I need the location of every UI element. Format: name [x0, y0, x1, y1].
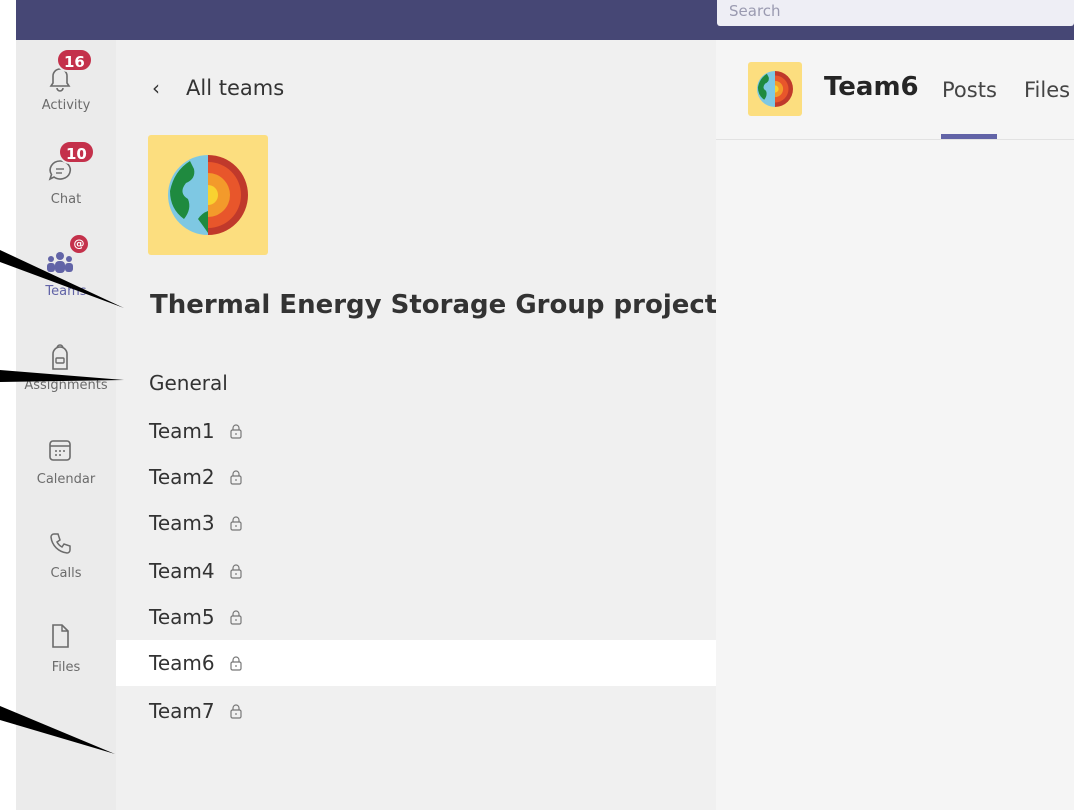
rail-label-files: Files — [51, 660, 81, 675]
earth-core-logo-icon — [168, 155, 248, 235]
team-logo — [148, 135, 268, 255]
channel-title: Team6 — [824, 72, 919, 102]
lock-icon — [229, 424, 242, 439]
phone-icon — [50, 533, 71, 554]
rail-item-calls[interactable]: Calls — [16, 514, 116, 594]
all-teams-back-link[interactable]: ‹ All teams — [152, 76, 284, 100]
channel-item-general[interactable]: General — [116, 360, 716, 406]
lock-icon — [229, 516, 242, 531]
channel-item-team4[interactable]: Team4 — [116, 548, 716, 594]
team-name-heading: Thermal Energy Storage Group projects — [150, 290, 733, 320]
lock-icon — [229, 704, 242, 719]
channel-label: Team2 — [149, 465, 215, 489]
channel-label: General — [149, 371, 228, 395]
lock-icon — [229, 564, 242, 579]
channel-label: Team5 — [149, 605, 215, 629]
channel-item-team2[interactable]: Team2 — [116, 454, 716, 500]
chevron-left-icon: ‹ — [152, 76, 160, 100]
channel-label: Team3 — [149, 511, 215, 535]
rail-label-activity: Activity — [41, 98, 91, 113]
backpack-icon — [52, 344, 68, 370]
rail-label-calls: Calls — [50, 566, 82, 581]
rail-item-calendar[interactable]: Calendar — [16, 420, 116, 500]
earth-core-logo-icon — [757, 71, 793, 107]
rail-item-teams[interactable]: @ Teams — [16, 230, 116, 310]
rail-label-teams: Teams — [45, 284, 87, 299]
channel-item-team3[interactable]: Team3 — [116, 500, 716, 546]
channel-item-team1[interactable]: Team1 — [116, 408, 716, 454]
teams-mention-badge: @ — [68, 233, 90, 255]
lock-icon — [229, 656, 242, 671]
channel-item-team6[interactable]: Team6 — [116, 640, 716, 686]
app-rail: 16 Activity 10 Chat @ Teams Assignments … — [16, 40, 116, 810]
teams-app-window: Search 16 Activity 10 Chat @ Teams Assig… — [0, 0, 1074, 810]
channel-main-area: Team6 Posts Files — [716, 40, 1074, 810]
channel-list-panel: ‹ All teams Thermal Energy Storage Group… — [116, 40, 733, 810]
channel-label: Team7 — [149, 699, 215, 723]
search-placeholder: Search — [729, 2, 781, 20]
channel-team-logo — [748, 62, 802, 116]
rail-item-files[interactable]: Files — [16, 606, 116, 686]
channel-header: Team6 Posts Files — [716, 40, 1074, 140]
channel-label: Team4 — [149, 559, 215, 583]
channel-label: Team1 — [149, 419, 215, 443]
rail-label-chat: Chat — [50, 192, 82, 207]
all-teams-label: All teams — [186, 76, 285, 100]
channel-item-team7[interactable]: Team7 — [116, 688, 716, 734]
rail-label-assignments: Assignments — [24, 378, 108, 393]
top-bar: Search — [16, 0, 1074, 40]
search-input[interactable]: Search — [717, 0, 1074, 26]
channel-label: Team6 — [149, 651, 215, 675]
rail-item-assignments[interactable]: Assignments — [16, 328, 116, 408]
file-icon — [52, 624, 69, 648]
tab-posts[interactable]: Posts — [942, 78, 997, 102]
lock-icon — [229, 610, 242, 625]
calendar-icon — [49, 440, 71, 461]
tab-files[interactable]: Files — [1024, 78, 1070, 102]
rail-label-calendar: Calendar — [36, 472, 96, 487]
rail-item-chat[interactable]: 10 Chat — [16, 140, 116, 220]
active-tab-indicator — [941, 134, 997, 139]
activity-badge: 16 — [56, 48, 93, 72]
chat-badge: 10 — [58, 140, 95, 164]
rail-item-activity[interactable]: 16 Activity — [16, 48, 116, 128]
channel-item-team5[interactable]: Team5 — [116, 594, 716, 640]
lock-icon — [229, 470, 242, 485]
